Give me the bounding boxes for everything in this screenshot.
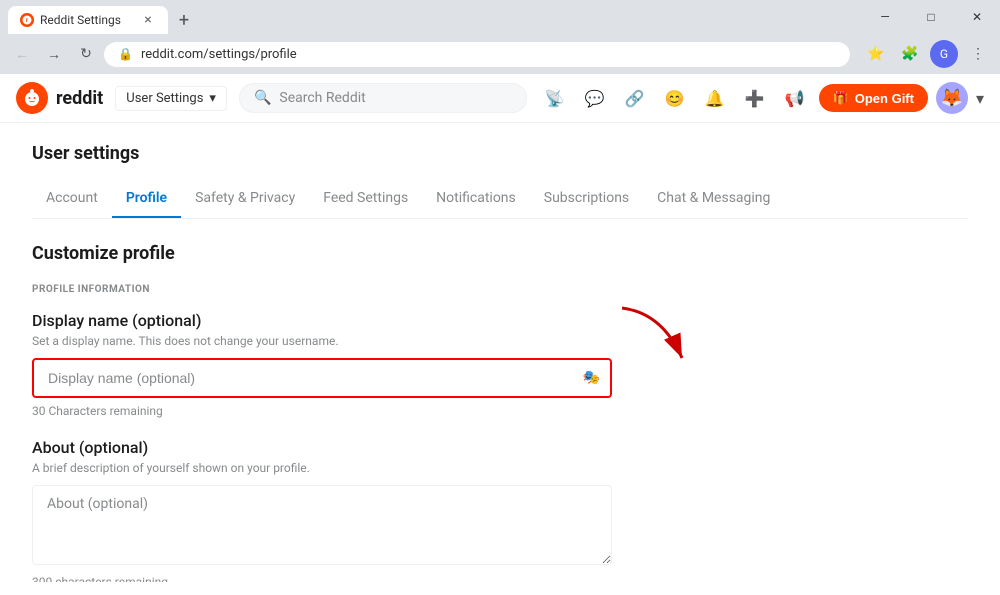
bookmark-button[interactable]: ⭐ xyxy=(862,40,890,68)
chat-icon-button[interactable]: 💬 xyxy=(579,82,611,114)
avatar-chevron[interactable]: ▾ xyxy=(976,89,984,108)
broadcast-icon-button[interactable]: 📡 xyxy=(539,82,571,114)
page-title: User settings xyxy=(32,143,968,164)
back-button[interactable]: ← xyxy=(8,40,36,68)
browser-window: r Reddit Settings × + — □ ✕ ← → xyxy=(0,0,1000,582)
about-description: A brief description of yourself shown on… xyxy=(32,461,968,475)
tab-profile[interactable]: Profile xyxy=(112,180,181,218)
search-placeholder: Search Reddit xyxy=(279,90,365,106)
user-avatar-button[interactable]: 🦊 xyxy=(936,82,968,114)
about-field-group: About (optional) A brief description of … xyxy=(32,438,968,582)
tab-favicon: r xyxy=(20,13,34,27)
tab-chat-messaging[interactable]: Chat & Messaging xyxy=(643,180,784,218)
tab-feed-settings[interactable]: Feed Settings xyxy=(309,180,422,218)
settings-tabs: Account Profile Safety & Privacy Feed Se… xyxy=(32,180,968,219)
add-button[interactable]: ➕ xyxy=(739,82,771,114)
browser-menu-button[interactable]: ⋮ xyxy=(964,40,992,68)
search-icon: 🔍 xyxy=(254,90,271,106)
open-gift-button[interactable]: 🎁 Open Gift xyxy=(819,84,928,112)
address-bar[interactable]: 🔒 reddit.com/settings/profile xyxy=(104,42,850,67)
megaphone-icon-button[interactable]: 📢 xyxy=(779,82,811,114)
open-gift-label: Open Gift xyxy=(855,91,914,106)
tab-account[interactable]: Account xyxy=(32,180,112,218)
active-tab[interactable]: r Reddit Settings × xyxy=(8,6,168,34)
reddit-icon xyxy=(16,82,48,114)
page-content: User settings Account Profile Safety & P… xyxy=(0,123,1000,582)
minimize-button[interactable]: — xyxy=(862,3,908,31)
close-button[interactable]: ✕ xyxy=(954,3,1000,31)
browser-profile-button[interactable]: G xyxy=(930,40,958,68)
emoji-input-icon[interactable]: 🎭 xyxy=(583,370,600,386)
profile-info-label: PROFILE INFORMATION xyxy=(32,284,968,295)
display-name-input-wrapper: 🎭 xyxy=(32,358,612,398)
forward-button[interactable]: → xyxy=(40,40,68,68)
share-icon-button[interactable]: 🔗 xyxy=(619,82,651,114)
notifications-bell-button[interactable]: 🔔 xyxy=(699,82,731,114)
lock-icon: 🔒 xyxy=(118,47,133,61)
chevron-down-icon: ▾ xyxy=(209,91,216,106)
reddit-wordmark: reddit xyxy=(56,88,103,109)
header-icons: 📡 💬 🔗 😊 🔔 ➕ 📢 🎁 Open Gift 🦊 ▾ xyxy=(539,82,984,114)
reddit-logo[interactable]: reddit xyxy=(16,82,103,114)
browser-action-buttons: ⭐ 🧩 G ⋮ xyxy=(862,40,992,68)
tab-subscriptions[interactable]: Subscriptions xyxy=(530,180,643,218)
display-name-label: Display name (optional) xyxy=(32,311,968,330)
tab-title: Reddit Settings xyxy=(40,13,134,27)
tab-bar: r Reddit Settings × + — □ ✕ xyxy=(0,0,1000,34)
maximize-button[interactable]: □ xyxy=(908,3,954,31)
display-name-description: Set a display name. This does not change… xyxy=(32,334,968,348)
tab-close-button[interactable]: × xyxy=(140,12,156,28)
new-tab-button[interactable]: + xyxy=(170,6,198,34)
user-settings-label: User Settings xyxy=(126,91,203,106)
customize-profile-title: Customize profile xyxy=(32,243,968,264)
tab-safety-privacy[interactable]: Safety & Privacy xyxy=(181,180,309,218)
tabs-list: Account Profile Safety & Privacy Feed Se… xyxy=(32,180,968,218)
tab-notifications[interactable]: Notifications xyxy=(422,180,530,218)
user-settings-dropdown[interactable]: User Settings ▾ xyxy=(115,86,227,111)
window-controls: — □ ✕ xyxy=(862,0,1000,34)
about-label: About (optional) xyxy=(32,438,968,457)
extensions-button[interactable]: 🧩 xyxy=(896,40,924,68)
display-name-field-group: Display name (optional) Set a display na… xyxy=(32,311,968,418)
display-name-input[interactable] xyxy=(32,358,612,398)
gift-icon: 🎁 xyxy=(833,90,849,106)
profile-content: Customize profile PROFILE INFORMATION Di… xyxy=(32,219,968,582)
about-textarea[interactable] xyxy=(32,485,612,565)
url-text: reddit.com/settings/profile xyxy=(141,47,836,62)
reload-button[interactable]: ↻ xyxy=(72,40,100,68)
reddit-header: reddit User Settings ▾ 🔍 Search Reddit 📡… xyxy=(0,74,1000,123)
emoji-icon-button[interactable]: 😊 xyxy=(659,82,691,114)
search-bar[interactable]: 🔍 Search Reddit xyxy=(239,83,527,113)
address-bar-row: ← → ↻ 🔒 reddit.com/settings/profile ⭐ 🧩 … xyxy=(0,34,1000,74)
about-chars-remaining: 300 characters remaining xyxy=(32,575,968,582)
display-name-chars-remaining: 30 Characters remaining xyxy=(32,404,968,418)
